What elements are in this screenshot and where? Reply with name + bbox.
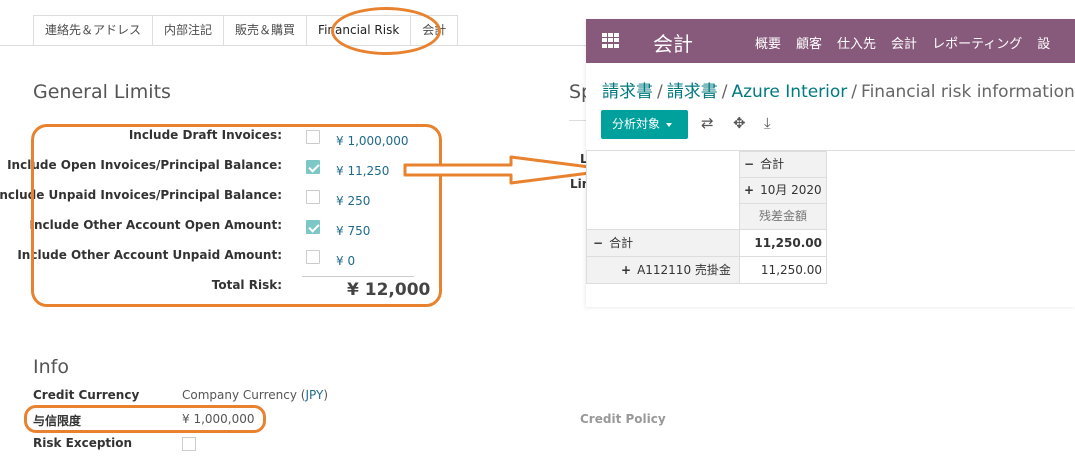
pivot-col-subheader[interactable]: +10月 2020: [739, 177, 827, 204]
menu-item-settings[interactable]: 設: [1037, 33, 1050, 52]
info-title: Info: [33, 356, 69, 378]
tabs-divider: [0, 45, 600, 46]
pivot-sub-row[interactable]: + A112110 売掛金: [586, 256, 740, 284]
pivot-col-header-label: 合計: [760, 157, 785, 171]
risk-exception-checkbox[interactable]: [182, 437, 196, 451]
pivot-sub-row-value: 11,250.00: [739, 256, 827, 284]
annotation-ellipse-tab: [331, 7, 441, 55]
caret-down-icon: [666, 122, 673, 127]
tab-contacts[interactable]: 連絡先＆アドレス: [33, 15, 154, 45]
top-navbar: 会計 概要 顧客 仕入先 会計 レポーティング 設: [586, 19, 1075, 63]
tab-sales-purchase[interactable]: 販売＆購買: [223, 15, 308, 45]
credit-policy-label: Credit Policy: [580, 412, 666, 426]
pivot-panel: 会計 概要 顧客 仕入先 会計 レポーティング 設 請求書 / 請求書 / Azure …: [586, 19, 1075, 307]
credit-currency-value: Company Currency (JPY): [182, 388, 328, 402]
menu-item-accounting[interactable]: 会計: [891, 33, 917, 52]
credit-currency-close: ): [323, 388, 328, 402]
pivot-row-total-value: 11,250.00: [739, 229, 827, 257]
download-icon[interactable]: ⤓: [764, 116, 771, 131]
breadcrumb-current: Financial risk information: [861, 82, 1075, 102]
swap-axis-icon[interactable]: ⇄: [701, 116, 714, 131]
credit-currency-label: Credit Currency: [33, 388, 140, 402]
annotation-box-limits: [31, 124, 442, 307]
breadcrumb-invoices-2[interactable]: 請求書: [667, 82, 718, 102]
currency-link[interactable]: JPY: [305, 388, 323, 402]
menu-item-customers[interactable]: 顧客: [796, 33, 822, 52]
menu-item-vendors[interactable]: 仕入先: [837, 33, 876, 52]
annotation-box-credit-limit: [24, 405, 266, 433]
risk-exception-label: Risk Exception: [33, 436, 133, 450]
analysis-dropdown-button[interactable]: 分析対象: [601, 110, 688, 139]
pivot-row-header-label: 合計: [609, 236, 634, 250]
general-limits-title: General Limits: [33, 81, 171, 103]
menu-item-reporting[interactable]: レポーティング: [932, 33, 1022, 52]
pivot-col-subheader-label: 10月 2020: [760, 183, 822, 197]
breadcrumb-invoices-1[interactable]: 請求書: [602, 82, 653, 102]
breadcrumb: 請求書 / 請求書 / Azure Interior / Financial risk in…: [602, 82, 1075, 102]
pivot-row-header[interactable]: − 合計: [586, 229, 740, 257]
pivot-sub-row-label: A112110 売掛金: [637, 263, 731, 277]
apps-grid-icon[interactable]: [602, 33, 620, 48]
pivot-measure-header[interactable]: 残差金額: [739, 203, 827, 230]
main-menu: 概要 顧客 仕入先 会計 レポーティング 設: [755, 33, 1065, 52]
breadcrumb-partner[interactable]: Azure Interior: [731, 82, 847, 102]
credit-currency-text: Company Currency (: [182, 388, 306, 402]
pivot-col-header[interactable]: − 合計: [739, 151, 827, 178]
analysis-button-label: 分析対象: [612, 117, 661, 131]
menu-item-overview[interactable]: 概要: [755, 33, 781, 52]
expand-all-icon[interactable]: ✥: [733, 116, 746, 131]
tab-internal-notes[interactable]: 内部注記: [152, 15, 225, 45]
app-title: 会計: [653, 32, 693, 56]
